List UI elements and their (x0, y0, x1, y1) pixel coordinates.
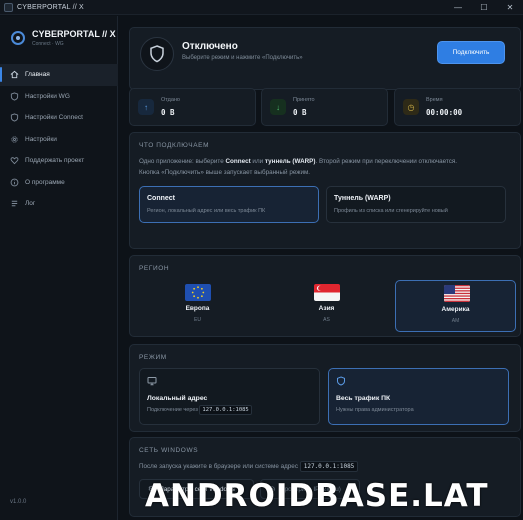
region-america[interactable]: Америка AM (395, 280, 516, 332)
stat-label: Отдано (161, 97, 180, 103)
section-heading: РЕГИОН (139, 265, 170, 272)
stat-value: 00:00:00 (426, 108, 463, 117)
arrow-down-icon: ↓ (270, 99, 286, 115)
option-title: Туннель (WARP) (334, 195, 391, 202)
home-icon (10, 71, 19, 79)
stat-label: Время (426, 97, 443, 103)
option-warp-tunnel[interactable]: Туннель (WARP) Профиль из списка или сге… (326, 186, 506, 223)
stat-value: 0 B (161, 108, 175, 117)
region-europe[interactable]: Европа EU (137, 280, 258, 332)
sidebar-item-label: Лог (25, 200, 36, 208)
sidebar-item-label: Поддержать проект (25, 157, 85, 165)
gear-icon (11, 136, 18, 143)
region-name: Америка (441, 306, 470, 313)
sidebar-nav: Главная Настройки WG Настройки Connect Н… (0, 64, 118, 215)
brand: CYBERPORTAL // X Connect · WG (8, 28, 118, 54)
proxy-address-value: 127.0.0.1:1085 (299, 461, 359, 472)
status-title: Отключено (182, 41, 238, 52)
watermark: ANDROIDBASE.LAT (145, 478, 489, 514)
region-code: AS (323, 317, 330, 323)
mode-full-traffic[interactable]: Весь трафик ПК Нужны права администратор… (328, 368, 509, 425)
windows-network-description: После запуска укажите в браузере или сис… (139, 461, 359, 472)
stat-sent: ↑ Отдано 0 B (129, 88, 256, 126)
shield-icon (10, 113, 19, 122)
title-bar: CYBERPORTAL // X — ☐ ✕ (0, 0, 523, 15)
section-heading: РЕЖИМ (139, 354, 167, 361)
close-button[interactable]: ✕ (497, 0, 523, 15)
sidebar-item-label: О программе (25, 178, 65, 186)
connect-button[interactable]: Подключить (437, 41, 505, 64)
usa-flag-icon (444, 285, 470, 302)
minimize-button[interactable]: — (445, 0, 471, 15)
sidebar-item-about[interactable]: О программе (0, 172, 118, 194)
clock-icon: ◷ (403, 99, 419, 115)
local-address-value: 127.0.0.1:1085 (199, 405, 252, 415)
version-label: v1.0.0 (10, 499, 27, 505)
sidebar-item-label: Настройки WG (25, 92, 70, 100)
mode-subtitle: Нужны права администратора (336, 407, 414, 413)
sidebar-item-wg-settings[interactable]: Настройки WG (0, 86, 118, 108)
mode-card: РЕЖИМ Локальный адрес Подключение через … (129, 344, 521, 432)
section-heading: ЧТО ПОДКЛЮЧАЕМ (139, 142, 210, 149)
app-icon (4, 2, 13, 12)
heart-icon (10, 157, 19, 165)
sidebar-item-home[interactable]: Главная (0, 64, 118, 86)
sidebar-item-log[interactable]: Лог (0, 193, 118, 215)
section-heading: СЕТЬ WINDOWS (139, 447, 199, 454)
status-subtitle: Выберите режим и нажмите «Подключить» (182, 55, 303, 61)
window-controls: — ☐ ✕ (445, 0, 523, 15)
mode-title: Весь трафик ПК (336, 395, 391, 402)
shield-icon (337, 376, 345, 386)
mode-local-address[interactable]: Локальный адрес Подключение через 127.0.… (139, 368, 320, 425)
option-connect[interactable]: Connect Регион, локальный адрес или весь… (139, 186, 319, 223)
region-asia[interactable]: Азия AS (266, 280, 387, 332)
sidebar-item-support[interactable]: Поддержать проект (0, 150, 118, 172)
eu-flag-icon (185, 284, 211, 301)
option-title: Connect (147, 195, 175, 202)
sidebar-item-connect-settings[interactable]: Настройки Connect (0, 107, 118, 129)
maximize-button[interactable]: ☐ (471, 0, 497, 15)
logo-icon (11, 31, 25, 45)
arrow-up-icon: ↑ (138, 99, 154, 115)
stat-received: ↓ Принято 0 B (261, 88, 388, 126)
sidebar-item-label: Настройки Connect (25, 114, 83, 122)
monitor-icon (147, 377, 157, 386)
region-code: EU (194, 317, 201, 323)
sidebar-item-label: Главная (25, 71, 50, 79)
shield-icon (10, 92, 19, 101)
shield-icon (140, 37, 174, 71)
sidebar: CYBERPORTAL // X Connect · WG Главная На… (0, 16, 118, 520)
brand-name: CYBERPORTAL // X (32, 29, 116, 39)
region-name: Азия (318, 305, 335, 312)
sidebar-item-label: Настройки (25, 135, 57, 143)
window-title: CYBERPORTAL // X (17, 3, 84, 11)
sidebar-item-settings[interactable]: Настройки (0, 129, 118, 151)
region-card: РЕГИОН Европа EU Азия AS Америка AM (129, 255, 521, 337)
option-subtitle: Регион, локальный адрес или весь трафик … (147, 208, 266, 214)
stat-time: ◷ Время 00:00:00 (394, 88, 521, 126)
option-subtitle: Профиль из списка или сгенерируйте новый (334, 208, 448, 214)
region-code: AM (451, 318, 460, 324)
singapore-flag-icon (314, 284, 340, 301)
stat-label: Принято (293, 97, 315, 103)
connection-status-card: Отключено Выберите режим и нажмите «Подк… (129, 27, 521, 90)
info-icon (10, 178, 19, 187)
connect-what-card: ЧТО ПОДКЛЮЧАЕМ Одно приложение: выберите… (129, 132, 521, 249)
stat-value: 0 B (293, 108, 307, 117)
brand-subtitle: Connect · WG (32, 41, 64, 47)
mode-title: Локальный адрес (147, 395, 208, 402)
connect-what-description: Одно приложение: выберите Connect или ту… (139, 158, 458, 176)
log-icon (11, 201, 18, 207)
mode-subtitle: Подключение через 127.0.0.1:1085 (147, 405, 252, 415)
region-name: Европа (185, 305, 210, 312)
main-content: Отключено Выберите режим и нажмите «Подк… (119, 16, 523, 520)
